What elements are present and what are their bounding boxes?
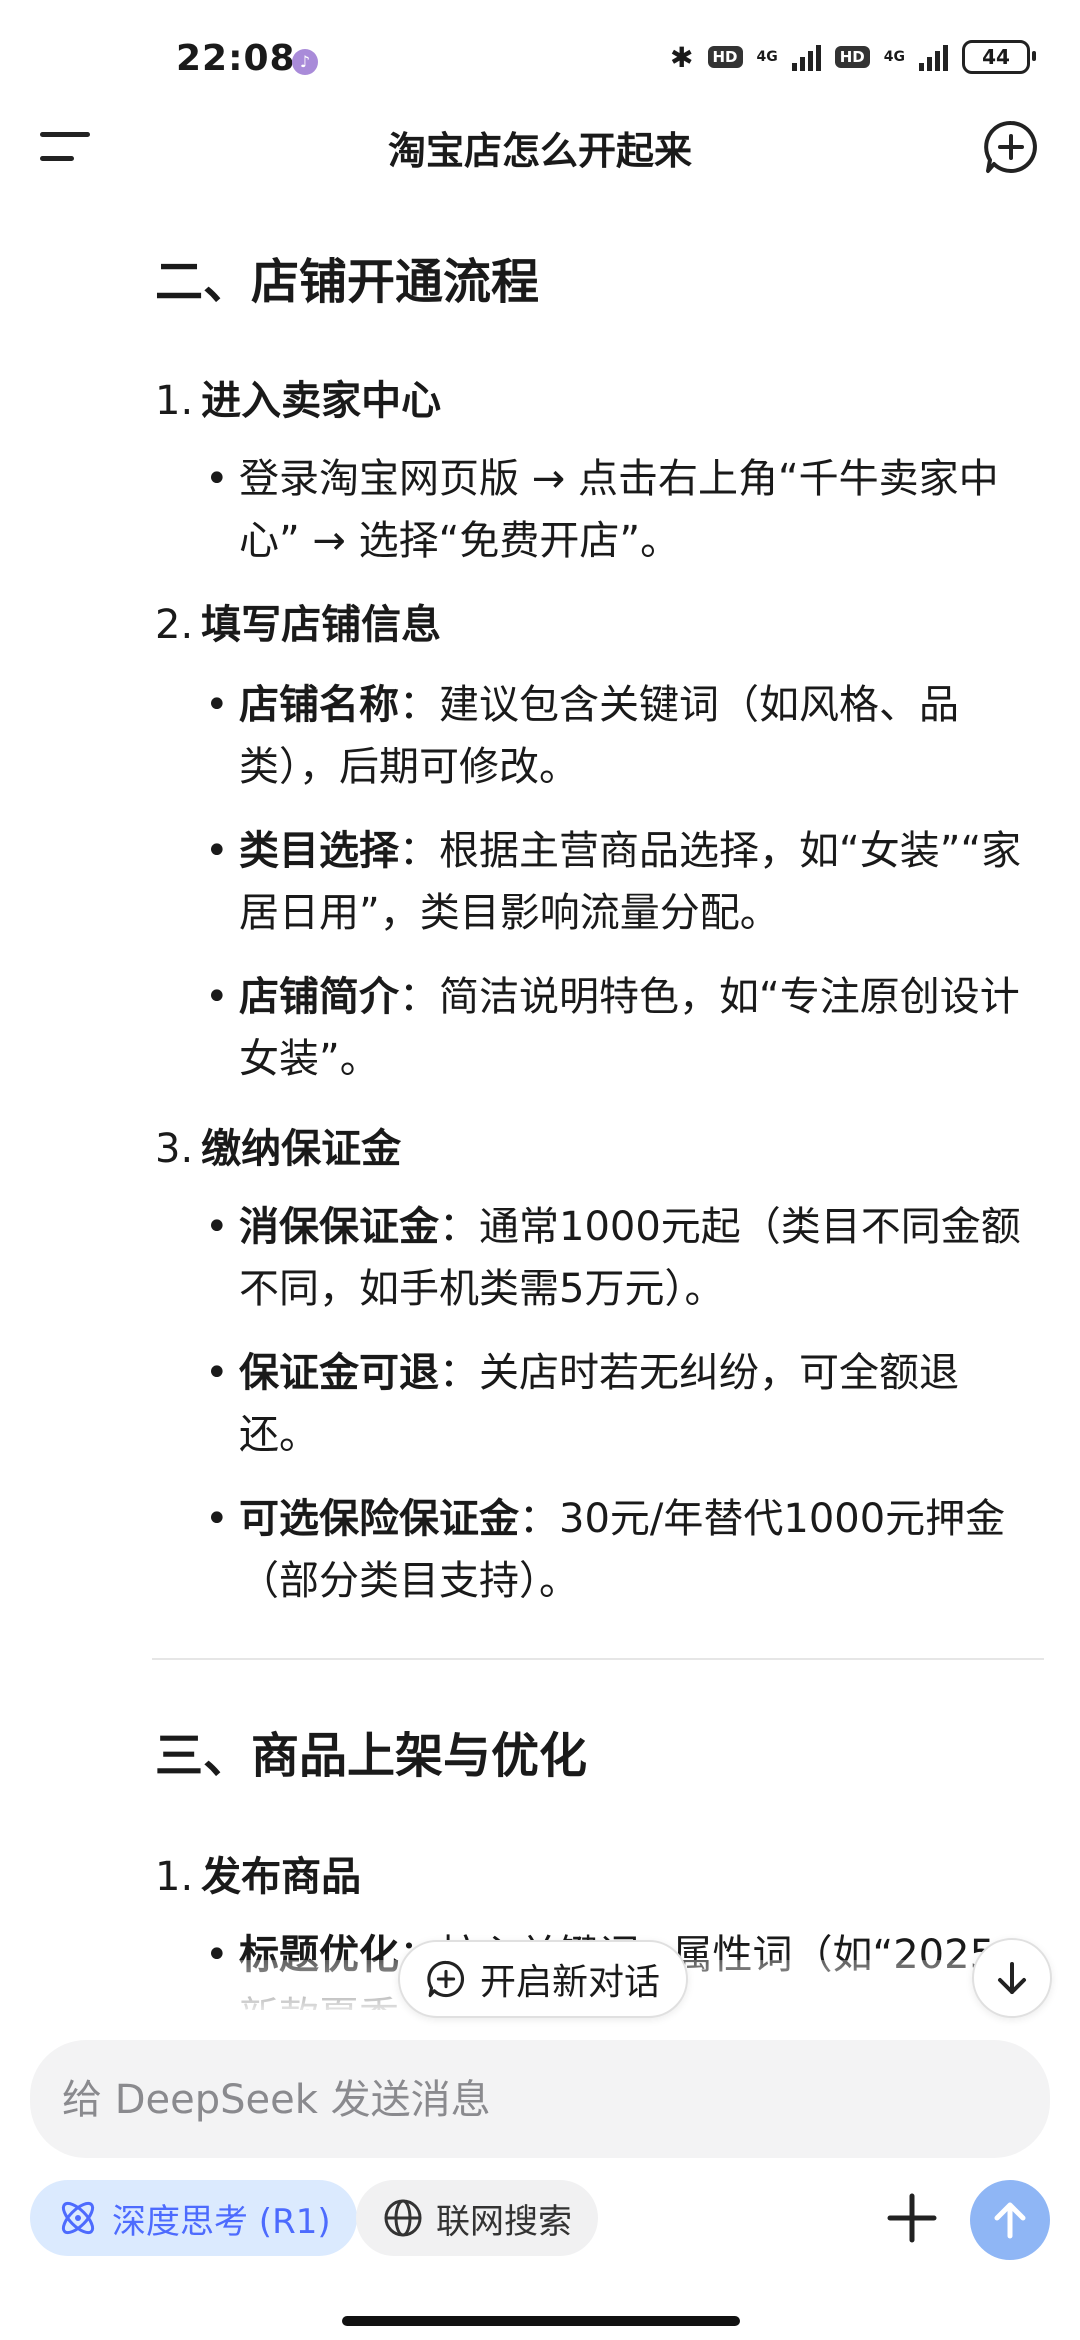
new-chat-label: 开启新对话 — [480, 1962, 661, 2003]
web-search-toggle[interactable]: 联网搜索 — [356, 2180, 598, 2256]
item-title: 缴纳保证金 — [201, 1126, 402, 1172]
bullet-text: 保证金可退：关店时若无纠纷，可全额退还。 — [239, 1350, 959, 1458]
item-number: 1. — [155, 378, 194, 424]
bullet-item: • 类目选择：根据主营商品选择，如“女装”“家居日用”，类目影响流量分配。 — [205, 820, 1035, 944]
new-chat-icon[interactable] — [982, 118, 1040, 176]
bullet-item: • 消保保证金：通常1000元起（类目不同金额不同，如手机类需5万元）。 — [205, 1196, 1035, 1320]
app-header: 淘宝店怎么开起来 — [0, 110, 1080, 180]
bullet-item: • 店铺名称：建议包含关键词（如风格、品类），后期可修改。 — [205, 674, 1035, 798]
bullet-text: 店铺简介：简洁说明特色，如“专注原创设计女装”。 — [239, 974, 1020, 1082]
tiktok-notification-icon: ♪ — [292, 49, 318, 75]
plus-icon[interactable] — [880, 2186, 944, 2250]
numbered-item: 1. 发布商品 — [155, 1844, 361, 1902]
status-bar: 22:08 ♪ ✱ HD 4G HD 4G 44 — [0, 0, 1080, 120]
signal-icon-2 — [919, 43, 948, 71]
section-heading: 二、店铺开通流程 — [155, 254, 540, 310]
bullet-item: • 登录淘宝网页版 → 点击右上角“千牛卖家中心” → 选择“免费开店”。 — [205, 448, 1035, 572]
deep-think-toggle[interactable]: 深度思考 (R1) — [30, 2180, 357, 2256]
bullet-item: • 可选保险保证金：30元/年替代1000元押金（部分类目支持）。 — [205, 1488, 1035, 1612]
new-chat-button[interactable]: 开启新对话 — [398, 1940, 689, 2018]
new-chat-icon — [427, 1960, 465, 1998]
numbered-item: 2. 填写店铺信息 — [155, 592, 441, 650]
item-title: 发布商品 — [201, 1854, 362, 1900]
bullet-text: 消保保证金：通常1000元起（类目不同金额不同，如手机类需5万元）。 — [239, 1204, 1021, 1312]
bullet-text: 可选保险保证金：30元/年替代1000元押金（部分类目支持）。 — [239, 1496, 1006, 1604]
bullet-text: 登录淘宝网页版 → 点击右上角“千牛卖家中心” → 选择“免费开店”。 — [239, 456, 999, 564]
bullet-dot: • — [205, 974, 229, 1020]
item-title: 进入卖家中心 — [201, 378, 442, 424]
atom-icon — [61, 2201, 95, 2235]
send-button[interactable] — [970, 2180, 1050, 2260]
section-heading: 三、商品上架与优化 — [155, 1728, 588, 1784]
bullet-dot: • — [205, 682, 229, 728]
status-icons: ✱ HD 4G HD 4G 44 — [670, 40, 1036, 74]
scroll-to-bottom-button[interactable] — [972, 1938, 1052, 2018]
home-indicator[interactable] — [342, 2316, 740, 2326]
network-type-1: 4G — [756, 49, 778, 65]
web-search-label: 联网搜索 — [436, 2201, 572, 2242]
hd-badge-1: HD — [707, 46, 743, 68]
network-type-2: 4G — [883, 49, 905, 65]
bullet-dot: • — [205, 828, 229, 874]
battery-icon: 44 — [962, 40, 1036, 74]
bullet-dot: • — [205, 1350, 229, 1396]
conversation-title: 淘宝店怎么开起来 — [387, 129, 692, 173]
bullet-item: • 店铺简介：简洁说明特色，如“专注原创设计女装”。 — [205, 966, 1035, 1090]
bullet-text: 类目选择：根据主营商品选择，如“女装”“家居日用”，类目影响流量分配。 — [239, 828, 1022, 936]
bullet-text: 店铺名称：建议包含关键词（如风格、品类），后期可修改。 — [239, 682, 959, 790]
item-title: 填写店铺信息 — [201, 602, 442, 648]
section-divider — [152, 1658, 1044, 1660]
item-number: 1. — [155, 1854, 194, 1900]
globe-icon — [384, 2199, 422, 2237]
bullet-dot: • — [205, 1204, 229, 1250]
bullet-item: • 保证金可退：关店时若无纠纷，可全额退还。 — [205, 1342, 1035, 1466]
numbered-item: 3. 缴纳保证金 — [155, 1116, 401, 1174]
battery-level: 44 — [982, 45, 1010, 69]
signal-icon-1 — [791, 43, 821, 71]
message-content: 二、店铺开通流程 1. 进入卖家中心 • 登录淘宝网页版 → 点击右上角“千牛卖家… — [0, 200, 1080, 2010]
message-input-container — [30, 2040, 1050, 2160]
bullet-dot: • — [205, 1496, 229, 1542]
item-number: 2. — [155, 602, 194, 648]
numbered-item: 1. 进入卖家中心 — [155, 368, 441, 426]
arrow-up-icon — [994, 2202, 1026, 2239]
bullet-dot: • — [205, 456, 229, 502]
input-toolbar: 深度思考 (R1) 联网搜索 — [0, 2180, 1080, 2260]
status-time: 22:08 — [176, 38, 296, 79]
hd-badge-2: HD — [834, 46, 870, 68]
message-input[interactable] — [60, 2040, 1024, 2160]
bluetooth-icon: ✱ — [670, 40, 694, 74]
item-number: 3. — [155, 1126, 194, 1172]
deep-think-label: 深度思考 (R1) — [112, 2201, 331, 2242]
arrow-down-icon — [998, 1962, 1026, 1994]
